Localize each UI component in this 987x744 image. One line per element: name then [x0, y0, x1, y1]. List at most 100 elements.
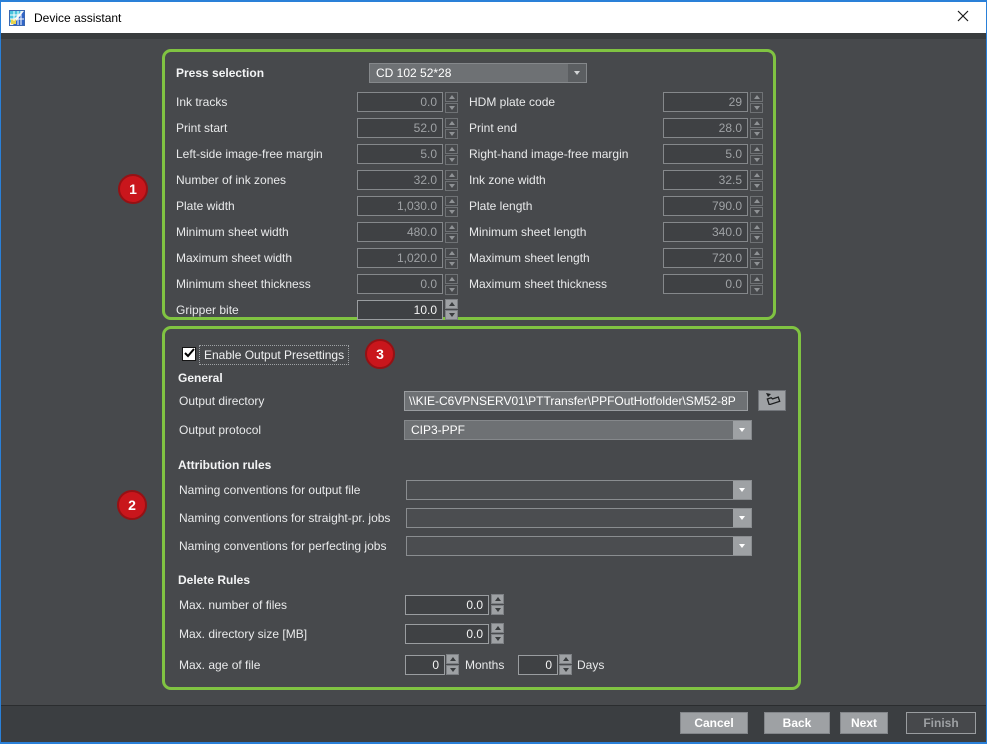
plate-width-spinner: [445, 196, 458, 217]
spin-down-button[interactable]: [491, 605, 504, 615]
press-selection-dropdown[interactable]: CD 102 52*28: [369, 63, 587, 83]
left-margin-spinner: [445, 144, 458, 165]
ink-tracks-spinner: [445, 92, 458, 113]
spin-down-button: [750, 129, 763, 139]
spin-up-button[interactable]: [445, 299, 458, 309]
max-sheet-thickness-label: Maximum sheet thickness: [469, 274, 607, 294]
spin-down-button: [445, 181, 458, 191]
ink-tracks-input: 0.0: [357, 92, 443, 112]
min-sheet-width-input: 480.0: [357, 222, 443, 242]
chevron-down-icon[interactable]: [733, 537, 751, 555]
days-label: Days: [577, 655, 604, 675]
gripper-bite-label: Gripper bite: [176, 300, 239, 320]
spin-down-button[interactable]: [491, 634, 504, 644]
max-files-input[interactable]: 0.0: [405, 595, 489, 615]
chevron-down-icon[interactable]: [568, 64, 586, 82]
spin-up-button: [445, 196, 458, 206]
next-button[interactable]: Next: [840, 712, 888, 734]
hdm-plate-code-input: 29: [663, 92, 748, 112]
close-button[interactable]: [940, 2, 986, 33]
browse-directory-button[interactable]: [758, 390, 786, 411]
attribution-rules-heading: Attribution rules: [178, 455, 271, 475]
hdm-plate-code-label: HDM plate code: [469, 92, 555, 112]
spin-up-button: [445, 118, 458, 128]
ink-zones-label: Number of ink zones: [176, 170, 286, 190]
output-directory-label: Output directory: [179, 391, 264, 411]
naming-perfecting-jobs-dropdown[interactable]: [406, 536, 752, 556]
browse-folder-icon: [764, 392, 781, 410]
chevron-down-icon[interactable]: [733, 421, 751, 439]
naming-straight-jobs-dropdown[interactable]: [406, 508, 752, 528]
chevron-down-icon[interactable]: [733, 481, 751, 499]
max-age-days-spinner[interactable]: [559, 654, 572, 675]
spin-down-button: [445, 233, 458, 243]
device-assistant-dialog: Device assistant Press selection CD 102 …: [0, 0, 987, 744]
output-directory-input[interactable]: \\KIE-C6VPNSERV01\PTTransfer\PPFOutHotfo…: [404, 391, 748, 411]
naming-perfecting-jobs-label: Naming conventions for perfecting jobs: [179, 536, 386, 556]
spin-up-button: [750, 170, 763, 180]
max-sheet-width-input: 1,020.0: [357, 248, 443, 268]
max-age-months-input[interactable]: 0: [405, 655, 445, 675]
annotation-badge-3: 3: [365, 339, 395, 369]
spin-down-button: [445, 103, 458, 113]
max-age-label: Max. age of file: [179, 655, 260, 675]
spin-down-button: [750, 285, 763, 295]
cancel-button[interactable]: Cancel: [680, 712, 748, 734]
spin-down-button: [445, 285, 458, 295]
gripper-bite-spinner[interactable]: [445, 299, 458, 320]
max-age-days-input[interactable]: 0: [518, 655, 558, 675]
back-button[interactable]: Back: [764, 712, 830, 734]
gripper-bite-input[interactable]: 10.0: [357, 300, 443, 320]
max-dir-size-label: Max. directory size [MB]: [179, 624, 307, 644]
max-sheet-width-label: Maximum sheet width: [176, 248, 292, 268]
spin-down-button: [750, 155, 763, 165]
right-margin-input: 5.0: [663, 144, 748, 164]
spin-up-button[interactable]: [491, 623, 504, 633]
max-sheet-thickness-spinner: [750, 274, 763, 295]
max-age-months-spinner[interactable]: [446, 654, 459, 675]
min-sheet-length-label: Minimum sheet length: [469, 222, 586, 242]
naming-output-file-dropdown[interactable]: [406, 480, 752, 500]
min-sheet-length-spinner: [750, 222, 763, 243]
ink-tracks-label: Ink tracks: [176, 92, 227, 112]
ink-zone-width-input: 32.5: [663, 170, 748, 190]
spin-down-button: [445, 129, 458, 139]
print-start-spinner: [445, 118, 458, 139]
spin-up-button: [750, 248, 763, 258]
print-end-label: Print end: [469, 118, 517, 138]
max-files-spinner[interactable]: [491, 594, 504, 615]
right-margin-spinner: [750, 144, 763, 165]
enable-output-presettings-label[interactable]: Enable Output Presettings: [199, 345, 349, 365]
ink-zones-spinner: [445, 170, 458, 191]
annotation-badge-2: 2: [117, 490, 147, 520]
enable-output-presettings-checkbox[interactable]: [182, 347, 196, 361]
ink-zones-input: 32.0: [357, 170, 443, 190]
press-selection-label: Press selection: [176, 63, 264, 83]
chevron-down-icon[interactable]: [733, 509, 751, 527]
spin-up-button: [750, 274, 763, 284]
max-dir-size-spinner[interactable]: [491, 623, 504, 644]
spin-up-button: [445, 170, 458, 180]
naming-straight-jobs-label: Naming conventions for straight-pr. jobs: [179, 508, 390, 528]
spin-down-button: [750, 259, 763, 269]
spin-down-button[interactable]: [445, 310, 458, 320]
min-sheet-thickness-label: Minimum sheet thickness: [176, 274, 311, 294]
plate-length-spinner: [750, 196, 763, 217]
spin-up-button: [445, 92, 458, 102]
spin-down-button[interactable]: [446, 665, 459, 675]
max-dir-size-input[interactable]: 0.0: [405, 624, 489, 644]
right-margin-label: Right-hand image-free margin: [469, 144, 628, 164]
output-protocol-dropdown[interactable]: CIP3-PPF: [404, 420, 752, 440]
spin-up-button[interactable]: [446, 654, 459, 664]
window-title: Device assistant: [34, 11, 121, 25]
spin-up-button[interactable]: [491, 594, 504, 604]
print-start-input: 52.0: [357, 118, 443, 138]
spin-up-button[interactable]: [559, 654, 572, 664]
max-sheet-width-spinner: [445, 248, 458, 269]
left-margin-label: Left-side image-free margin: [176, 144, 323, 164]
print-end-spinner: [750, 118, 763, 139]
title-bar: Device assistant: [1, 2, 986, 33]
spin-down-button[interactable]: [559, 665, 572, 675]
spin-up-button: [445, 222, 458, 232]
spin-up-button: [750, 196, 763, 206]
